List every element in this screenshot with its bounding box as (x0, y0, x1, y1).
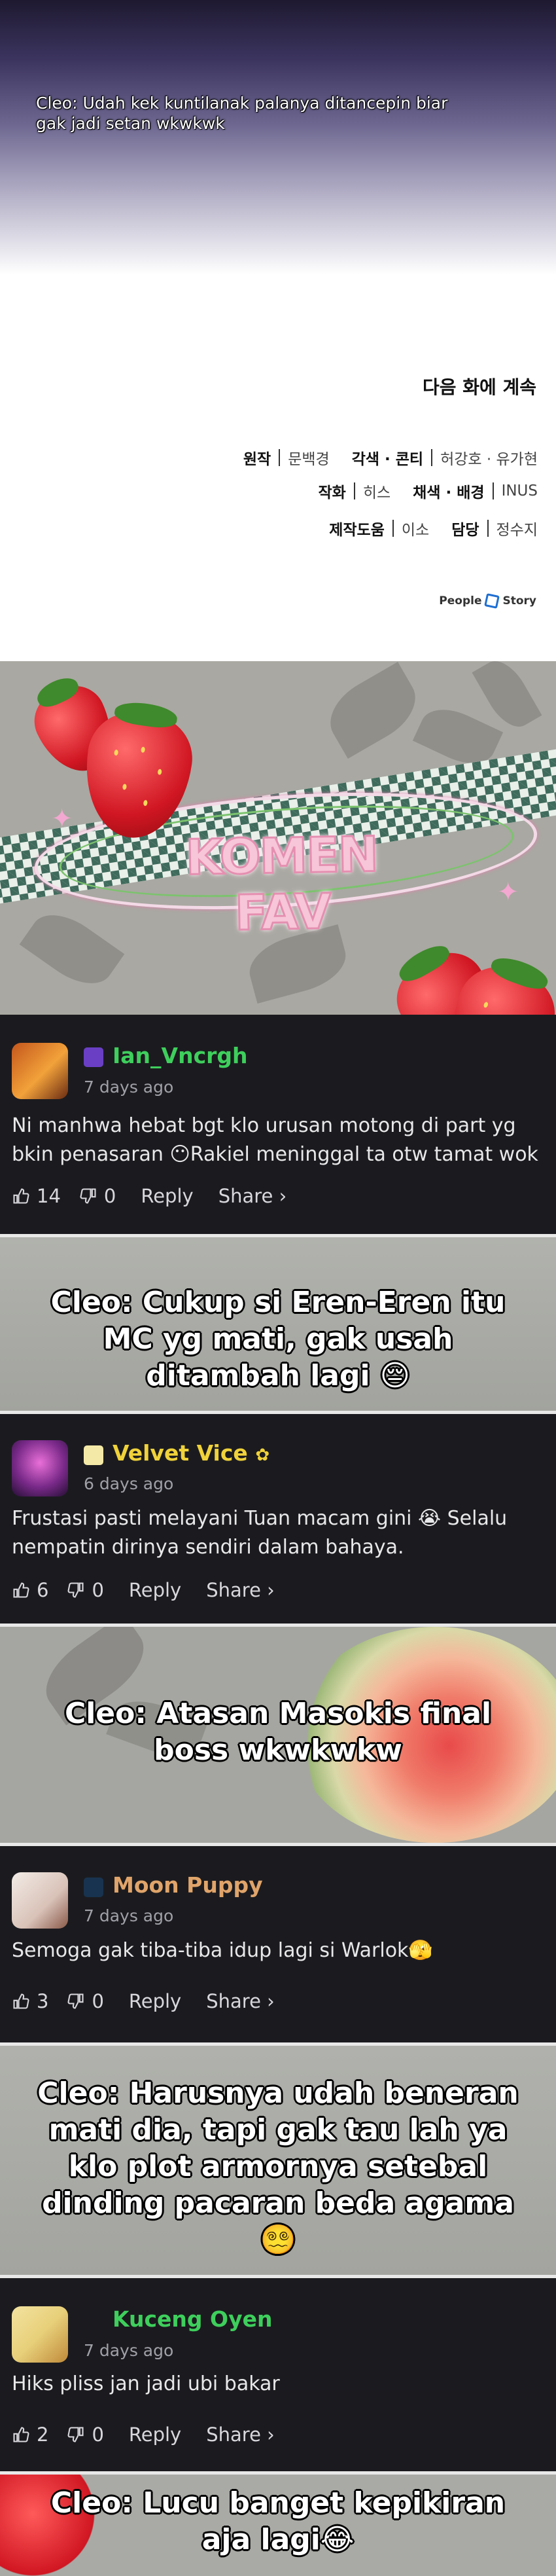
webtoon-end-panel: Cleo: Udah kek kuntilanak palanya ditanc… (0, 0, 556, 661)
komen-fav-banner: ✦ ✦ KOMEN FAV (0, 661, 556, 1015)
comment-actions: 2 0 Reply Share › (12, 2423, 275, 2446)
share-button[interactable]: Share › (206, 1990, 275, 2012)
thumb-down-icon (67, 2427, 84, 2442)
translator-caption: Cleo: Udah kek kuntilanak palanya ditanc… (36, 94, 448, 133)
comment-card: Velvet Vice ✿ 6 days ago Frustasi pasti … (0, 1414, 556, 1624)
credit-row-2: 작화 히스 채색 · 배경 INUS (319, 480, 538, 502)
comment-text: Hiks pliss jan jadi ubi bakar (12, 2372, 280, 2395)
comment-time: 7 days ago (84, 2341, 174, 2360)
sparkle-icon: ✦ (497, 877, 519, 907)
user-badge-icon (84, 1878, 103, 1897)
username[interactable]: Moon Puppy (113, 1872, 263, 1898)
thumb-down-icon (67, 1582, 84, 1598)
dislike-button[interactable]: 0 (67, 1990, 104, 2012)
credit-label: 제작도움 (329, 522, 385, 539)
like-count: 3 (37, 1990, 49, 2012)
caption-panel: Cleo: Cukup si Eren-Eren itu MC yg mati,… (0, 1237, 556, 1411)
logo-text-right: Story (502, 594, 536, 608)
logo-text-left: People (439, 594, 482, 608)
like-button[interactable]: 6 (12, 1579, 48, 1601)
reply-button[interactable]: Reply (129, 1579, 181, 1601)
caption-text: Cleo: Atasan Masokis final boss wkwkwkw (64, 1697, 492, 1767)
sparkle-icon: ✦ (51, 804, 73, 834)
user-badge-icon (84, 1047, 103, 1067)
credit-label: 각색 · 콘티 (351, 451, 424, 468)
reply-button[interactable]: Reply (141, 1185, 193, 1207)
comment-text: Frustasi pasti melayani Tuan macam gini … (12, 1507, 508, 1559)
reply-button[interactable]: Reply (129, 2423, 181, 2446)
comment-actions: 3 0 Reply Share › (12, 1990, 275, 2012)
caption-text: Cleo: Cukup si Eren-Eren itu MC yg mati,… (50, 1286, 506, 1392)
dislike-count: 0 (92, 1579, 104, 1601)
dislike-button[interactable]: 0 (67, 2423, 104, 2446)
credit-value: INUS (501, 482, 538, 499)
comment-card: Moon Puppy 7 days ago Semoga gak tiba-ti… (0, 1846, 556, 2042)
flower-icon: ✿ (255, 1445, 270, 1465)
thumb-up-icon (13, 2427, 29, 2442)
like-count: 2 (37, 2423, 49, 2446)
thumb-up-icon (13, 1188, 29, 1204)
avatar[interactable] (12, 1872, 68, 1929)
avatar[interactable] (12, 1043, 68, 1099)
avatar[interactable] (12, 1440, 68, 1497)
user-badge-icon (84, 2312, 103, 2332)
credit-value: 이소 (401, 522, 430, 539)
thumb-down-icon (80, 1188, 96, 1204)
username[interactable]: Velvet Vice ✿ (113, 1440, 269, 1466)
comment-text: Ni manhwa hebat bgt klo urusan motong di… (12, 1114, 538, 1166)
credit-value: 문백경 (288, 451, 330, 468)
caption-panel: Cleo: Atasan Masokis final boss wkwkwkw (0, 1627, 556, 1843)
share-button[interactable]: Share › (206, 2423, 275, 2446)
credit-row-1: 원작 문백경 각색 · 콘티 허강호 · 유가현 (243, 446, 538, 469)
avatar[interactable] (12, 2306, 68, 2363)
credit-label: 작화 (318, 484, 346, 501)
comment-time: 7 days ago (84, 1078, 174, 1097)
dislike-count: 0 (92, 1990, 104, 2012)
thumb-up-icon (13, 1993, 29, 2009)
comment-actions: 6 0 Reply Share › (12, 1579, 275, 1601)
credit-label: 담당 (451, 522, 479, 539)
comment-card: Ian_Vncrgh 7 days ago Ni manhwa hebat bg… (0, 1015, 556, 1234)
caption-panel: Cleo: Lucu banget kepikiran aja lagi😂 (0, 2475, 556, 2576)
credit-value: 히스 (362, 484, 391, 501)
like-count: 6 (37, 1579, 49, 1601)
dislike-button[interactable]: 0 (67, 1579, 104, 1601)
dislike-count: 0 (92, 2423, 104, 2446)
user-badge-icon (84, 1445, 103, 1465)
like-button[interactable]: 2 (12, 2423, 48, 2446)
like-count: 14 (37, 1185, 61, 1207)
caption-text: Cleo: Lucu banget kepikiran aja lagi😂 (50, 2486, 506, 2556)
credit-value: 허강호 · 유가현 (440, 451, 538, 468)
username-text: Velvet Vice (113, 1440, 248, 1466)
dislike-count: 0 (103, 1185, 116, 1207)
share-button[interactable]: Share › (218, 1185, 287, 1207)
banner-title: KOMEN FAV (184, 825, 379, 943)
panel-background (0, 0, 556, 275)
credit-value: 정수지 (496, 522, 538, 539)
share-button[interactable]: Share › (206, 1579, 275, 1601)
publisher-logo: People Story (439, 593, 536, 609)
comment-card: Kuceng Oyen 7 days ago Hiks pliss jan ja… (0, 2278, 556, 2471)
credit-row-3: 제작도움 이소 담당 정수지 (329, 517, 538, 539)
thumb-down-icon (67, 1993, 84, 2009)
username[interactable]: Ian_Vncrgh (113, 1043, 248, 1068)
credit-label: 원작 (243, 451, 271, 468)
comment-actions: 14 0 Reply Share › (12, 1185, 287, 1207)
comment-text: Semoga gak tiba-tiba idup lagi si Warlok… (12, 1939, 433, 1962)
credit-label: 채색 · 배경 (413, 484, 485, 501)
thumb-up-icon (13, 1582, 29, 1598)
username[interactable]: Kuceng Oyen (113, 2306, 272, 2332)
comment-time: 6 days ago (84, 1474, 174, 1493)
like-button[interactable]: 14 (12, 1185, 61, 1207)
dislike-button[interactable]: 0 (79, 1185, 116, 1207)
like-button[interactable]: 3 (12, 1990, 48, 2012)
to-be-continued-text: 다음 화에 계속 (422, 376, 536, 398)
caption-text: Cleo: Harusnya udah beneran mati dia, ta… (37, 2077, 519, 2257)
reply-button[interactable]: Reply (129, 1990, 181, 2012)
caption-panel: Cleo: Harusnya udah beneran mati dia, ta… (0, 2046, 556, 2275)
comment-time: 7 days ago (84, 1906, 174, 1925)
logo-mark-icon (484, 593, 500, 609)
